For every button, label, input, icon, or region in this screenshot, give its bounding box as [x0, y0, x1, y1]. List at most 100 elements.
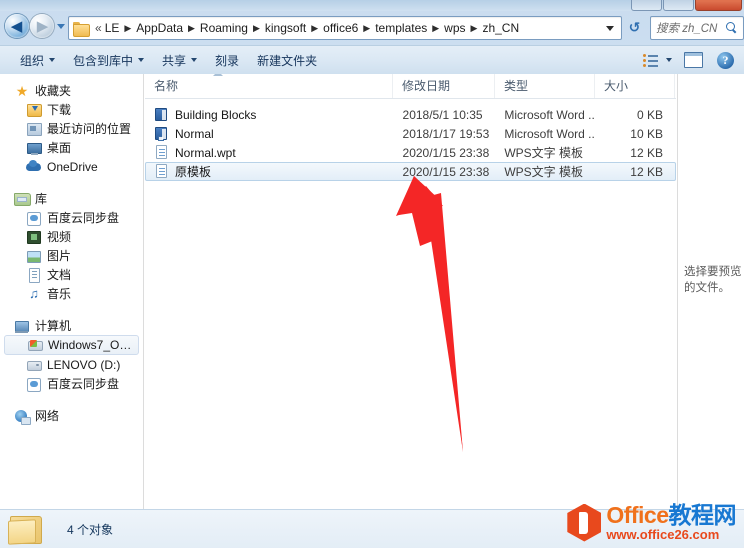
- navigation-bar: ◀ ▶ « LE ▶ AppData ▶ Roaming ▶ kingsoft …: [0, 11, 744, 43]
- burn-button[interactable]: 刻录: [207, 49, 247, 71]
- address-bar[interactable]: « LE ▶ AppData ▶ Roaming ▶ kingsoft ▶ of…: [68, 16, 622, 40]
- sidebar-item-desktop[interactable]: 桌面: [0, 138, 143, 157]
- burn-label: 刻录: [215, 53, 240, 68]
- sidebar-label-music: 音乐: [47, 287, 72, 301]
- desktop-icon: [26, 140, 42, 156]
- include-in-library-button[interactable]: 包含到库中: [65, 49, 152, 71]
- search-box[interactable]: 搜索 zh_CN: [650, 16, 744, 40]
- breadcrumb-item-roaming[interactable]: Roaming: [198, 20, 250, 36]
- sidebar-group-network: 网络: [0, 406, 143, 425]
- sidebar-item-computer[interactable]: 计算机: [0, 316, 143, 335]
- search-input[interactable]: 搜索 zh_CN: [651, 20, 726, 36]
- table-row-selected[interactable]: 原模板 2020/1/15 23:38 WPS文字 模板 12 KB: [145, 162, 676, 181]
- sidebar-item-libraries[interactable]: 库: [0, 189, 143, 208]
- refresh-icon[interactable]: ↺: [626, 19, 643, 36]
- breadcrumb-item-appdata[interactable]: AppData: [134, 20, 185, 36]
- sidebar-label-desktop: 桌面: [47, 141, 72, 155]
- help-icon[interactable]: ?: [717, 51, 734, 69]
- sidebar-item-baidu-cloud-computer[interactable]: 百度云同步盘: [0, 374, 143, 393]
- breadcrumb-item-le[interactable]: LE: [103, 20, 122, 36]
- search-icon: [726, 22, 738, 34]
- title-bar: [0, 0, 744, 11]
- watermark-url: www.office26.com: [606, 527, 720, 542]
- table-row[interactable]: Normal 2018/1/17 19:53 Microsoft Word ..…: [145, 124, 676, 143]
- sidebar-item-windows7-os-c[interactable]: Windows7_OS (C:): [4, 335, 139, 355]
- breadcrumb-separator-icon[interactable]: ▶: [250, 23, 263, 34]
- sidebar-item-downloads[interactable]: 下载: [0, 100, 143, 119]
- sidebar-item-videos[interactable]: 视频: [0, 227, 143, 246]
- close-button[interactable]: [695, 0, 742, 11]
- breadcrumb-item-wps[interactable]: wps: [442, 20, 467, 36]
- sidebar-item-baidu-cloud[interactable]: 百度云同步盘: [0, 208, 143, 227]
- breadcrumb-separator-icon[interactable]: ▶: [468, 23, 481, 34]
- sidebar-item-recent-places[interactable]: 最近访问的位置: [0, 119, 143, 138]
- back-button[interactable]: ◀: [5, 14, 29, 38]
- breadcrumb-item-office6[interactable]: office6: [321, 20, 360, 36]
- sidebar-item-lenovo-d[interactable]: LENOVO (D:): [0, 355, 143, 374]
- breadcrumb-item-templates[interactable]: templates: [373, 20, 429, 36]
- breadcrumb-separator-icon[interactable]: ▶: [308, 23, 321, 34]
- file-size-cell: 12 KB: [630, 164, 663, 179]
- breadcrumb-separator-icon[interactable]: ▶: [360, 23, 373, 34]
- document-icon: [26, 267, 42, 283]
- breadcrumb-item-kingsoft[interactable]: kingsoft: [263, 20, 308, 36]
- sidebar-group-libraries: 库 百度云同步盘 视频 图片 文档 ♫ 音乐: [0, 189, 143, 303]
- sort-ascending-icon: [213, 74, 223, 76]
- forward-arrow-icon: ▶: [36, 17, 49, 35]
- share-label: 共享: [162, 53, 187, 68]
- watermark-title-prefix: Office: [606, 502, 669, 528]
- organize-button[interactable]: 组织: [12, 49, 63, 71]
- computer-icon: [14, 318, 30, 334]
- recent-places-icon: [26, 121, 42, 137]
- sidebar-label-network: 网络: [35, 409, 60, 423]
- word-template-icon: [154, 126, 169, 141]
- minimize-button[interactable]: [631, 0, 662, 11]
- column-headers: 名称 修改日期 类型 大小: [145, 74, 676, 99]
- breadcrumb-item-zh-cn[interactable]: zh_CN: [480, 20, 521, 36]
- maximize-button[interactable]: [663, 0, 694, 11]
- file-date-cell: 2020/1/15 23:38: [402, 164, 490, 179]
- sidebar-item-network[interactable]: 网络: [0, 406, 143, 425]
- column-header-name[interactable]: 名称: [145, 74, 393, 98]
- new-folder-button[interactable]: 新建文件夹: [249, 49, 325, 71]
- sidebar-item-favorites[interactable]: ★ 收藏夹: [0, 81, 143, 100]
- sidebar-label-recent-places: 最近访问的位置: [47, 122, 132, 136]
- history-dropdown-icon[interactable]: [57, 23, 65, 29]
- view-chevron-down-icon[interactable]: [666, 58, 672, 62]
- file-name-label: Normal: [175, 126, 214, 141]
- breadcrumb-separator-icon[interactable]: ▶: [429, 23, 442, 34]
- organize-label: 组织: [20, 53, 45, 68]
- sidebar-item-onedrive[interactable]: OneDrive: [0, 157, 143, 176]
- file-size-cell: 0 KB: [636, 107, 663, 122]
- breadcrumb-separator-icon[interactable]: ▶: [185, 23, 198, 34]
- table-row[interactable]: Building Blocks 2018/5/1 10:35 Microsoft…: [145, 105, 676, 124]
- breadcrumb-separator-icon[interactable]: ▶: [121, 23, 134, 34]
- preview-pane: 选择要预览的文件。: [677, 74, 744, 509]
- forward-button[interactable]: ▶: [30, 14, 54, 38]
- sidebar-label-baidu-cloud-computer: 百度云同步盘: [47, 377, 120, 391]
- view-list-icon[interactable]: [643, 53, 659, 67]
- navigation-sidebar: ★ 收藏夹 下载 最近访问的位置 桌面 OneDrive 库 百度云同步盘 视频…: [0, 74, 144, 509]
- sidebar-item-music[interactable]: ♫ 音乐: [0, 284, 143, 303]
- table-row[interactable]: Normal.wpt 2020/1/15 23:38 WPS文字 模板 12 K…: [145, 143, 676, 162]
- share-button[interactable]: 共享: [154, 49, 205, 71]
- column-header-date[interactable]: 修改日期: [393, 74, 495, 98]
- column-header-size[interactable]: 大小: [595, 74, 675, 98]
- preview-pane-icon[interactable]: [684, 52, 703, 68]
- sidebar-item-pictures[interactable]: 图片: [0, 246, 143, 265]
- breadcrumb: « LE ▶ AppData ▶ Roaming ▶ kingsoft ▶ of…: [93, 20, 606, 36]
- hard-drive-icon: [26, 357, 42, 373]
- music-icon: ♫: [29, 285, 39, 301]
- file-name-cell: 原模板: [146, 163, 394, 180]
- column-header-type[interactable]: 类型: [495, 74, 595, 98]
- sidebar-label-videos: 视频: [47, 230, 72, 244]
- nav-arrow-group: ◀ ▶: [5, 14, 65, 38]
- sidebar-group-favorites: ★ 收藏夹 下载 最近访问的位置 桌面 OneDrive: [0, 81, 143, 176]
- file-name-label: 原模板: [175, 165, 212, 179]
- breadcrumb-overflow[interactable]: «: [93, 20, 103, 36]
- baidu-cloud-icon: [26, 210, 42, 226]
- chevron-down-icon: [191, 58, 198, 62]
- sidebar-label-onedrive: OneDrive: [47, 159, 98, 174]
- address-dropdown-icon[interactable]: [606, 25, 614, 31]
- sidebar-item-documents[interactable]: 文档: [0, 265, 143, 284]
